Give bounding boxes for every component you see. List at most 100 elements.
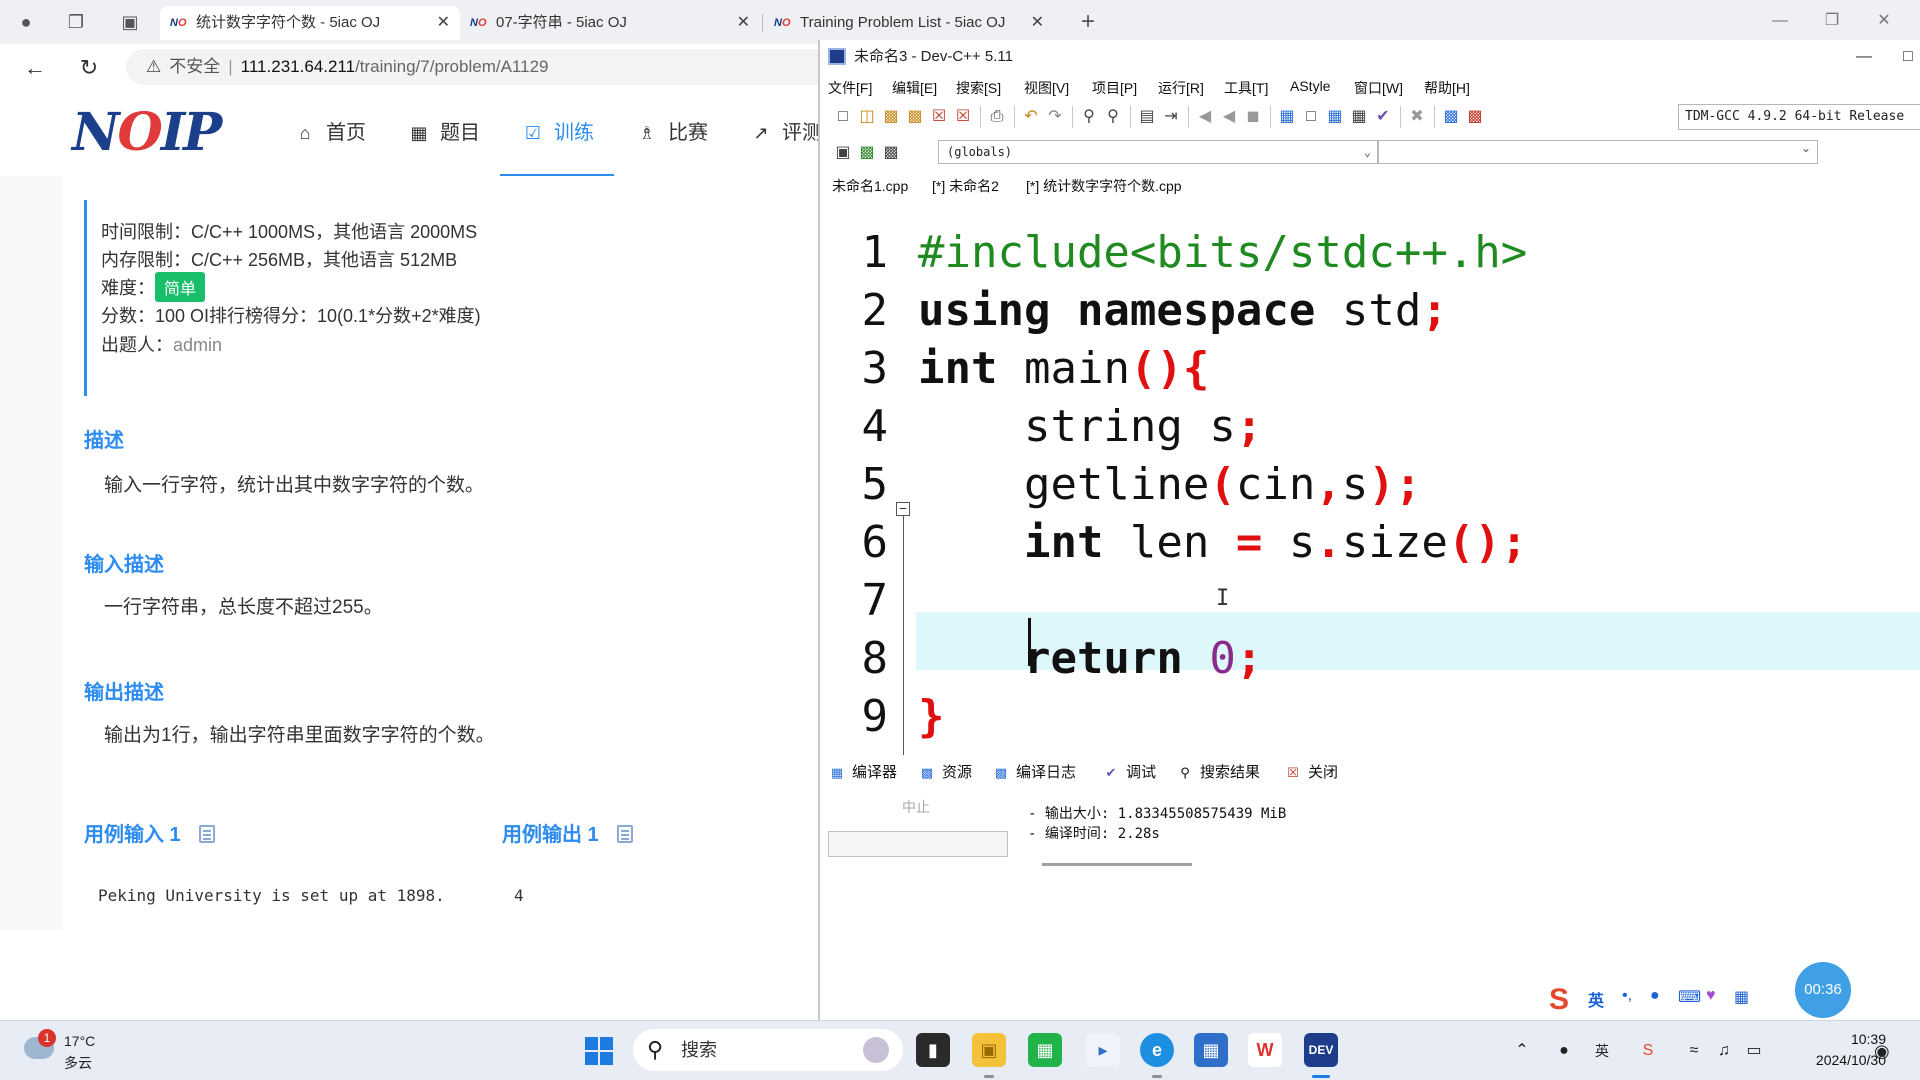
minimize-icon[interactable]: — [1760,8,1800,34]
code-editor[interactable]: 1 2 3 4 5 6 7 8 9 10 − #include<bits/std… [820,200,1920,755]
nav-contests[interactable]: ♗ 比赛 [636,116,708,150]
close-file-icon[interactable]: ☒ [928,106,950,128]
menu-search[interactable]: 搜索[S] [956,78,1001,98]
forward-icon[interactable]: ◀ [1218,106,1240,128]
edge-browser-icon[interactable]: e [1140,1033,1174,1067]
close-tab-icon[interactable]: ✕ [1031,6,1044,40]
ime-language[interactable]: 英 [1588,987,1604,1011]
file-tab-2[interactable]: [*] 未命名2 [932,176,999,196]
wifi-icon[interactable]: ≈ [1682,1039,1706,1063]
insert-icon[interactable]: ▩ [856,142,878,164]
ime-indicator[interactable]: 英 [1590,1039,1614,1063]
terminal-app-icon[interactable]: ▮ [916,1033,950,1067]
skin-icon[interactable]: ♥ [1706,987,1716,1005]
save-all-icon[interactable]: ▩ [904,106,926,128]
menu-tools[interactable]: 工具[T] [1224,78,1268,98]
tab-actions-icon[interactable]: ▣ [118,10,142,34]
menu-help[interactable]: 帮助[H] [1424,78,1470,98]
indent-icon[interactable]: ⇥ [1160,106,1182,128]
site-logo[interactable]: NOIP [72,102,222,164]
menu-run[interactable]: 运行[R] [1158,78,1204,98]
file-tab-3[interactable]: [*] 统计数字字符个数.cpp [1026,176,1182,196]
file-explorer-icon[interactable]: ▣ [972,1033,1006,1067]
tab-problem[interactable]: NO 统计数字字符个数 - 5iac OJ ✕ [160,6,460,40]
compiler-select[interactable]: TDM-GCC 4.9.2 64-bit Release [1678,104,1920,130]
close-tab-icon[interactable]: ✕ [737,6,750,40]
close-all-icon[interactable]: ☒ [952,106,974,128]
nav-training[interactable]: ☑ 训练 [522,116,594,150]
tab-compiler[interactable]: ▦ 编译器 [828,761,897,782]
compile-icon[interactable]: ▦ [1276,106,1298,128]
redo-icon[interactable]: ↷ [1044,106,1066,128]
punctuation-icon[interactable]: •, [1622,987,1632,1005]
weather-widget[interactable]: 1 17°C 多云 [20,1029,140,1073]
file-tab-1[interactable]: 未命名1.cpp [832,176,908,196]
copy-icon[interactable] [198,825,215,843]
new-file-icon[interactable]: □ [832,106,854,128]
syntax-check-icon[interactable]: ✔ [1372,106,1394,128]
tab-strings[interactable]: NO 07-字符串 - 5iac OJ ✕ [460,6,760,40]
stop-icon[interactable]: ✖ [1406,106,1428,128]
start-button[interactable] [585,1037,613,1065]
volume-icon[interactable]: ♫ [1712,1039,1736,1063]
maximize-icon[interactable]: □ [1886,40,1920,74]
undo-icon[interactable]: ↶ [1020,106,1042,128]
battery-icon[interactable]: ▭ [1742,1039,1766,1063]
tab-search-results[interactable]: ⚲ 搜索结果 [1176,761,1260,782]
fold-toggle-icon[interactable]: − [896,501,910,516]
member-select[interactable]: ⌄ [1378,140,1818,164]
copy-icon[interactable] [616,825,633,843]
rebuild-icon[interactable]: ▦ [1348,106,1370,128]
minimize-icon[interactable]: — [1842,40,1886,74]
tab-debug[interactable]: ✔ 调试 [1102,761,1156,782]
delete-profile-icon[interactable]: ▩ [1464,106,1486,128]
recording-timer[interactable]: 00:36 [1795,962,1851,1018]
url-field[interactable]: ⚠ 不安全 | 111.231.64.211/training/7/problem/A… [126,49,846,85]
taskbar-search[interactable]: ⚲ 搜索 [633,1029,903,1071]
maximize-icon[interactable]: ❐ [1812,8,1852,34]
tab-compile-log[interactable]: ▩ 编译日志 [992,761,1076,782]
close-window-icon[interactable]: ✕ [1864,8,1904,34]
compile-run-icon[interactable]: ▦ [1324,106,1346,128]
new-tab-button[interactable]: + [1076,10,1100,34]
bookmark-icon[interactable]: ◼ [1242,106,1264,128]
open-file-icon[interactable]: ◫ [856,106,878,128]
tab-resources[interactable]: ▩ 资源 [918,761,972,782]
chevron-up-icon[interactable]: ⌃ [1510,1039,1534,1063]
menu-window[interactable]: 窗口[W] [1354,78,1403,98]
nav-problems[interactable]: ▦ 题目 [408,116,480,150]
menu-file[interactable]: 文件[F] [828,78,872,98]
python-app-icon[interactable]: ▸ [1086,1033,1120,1067]
save-icon[interactable]: ▩ [880,106,902,128]
replace-icon[interactable]: ⚲ [1102,106,1124,128]
abort-button[interactable]: 中止 [902,797,930,817]
keyboard-icon[interactable]: ⌨ [1678,987,1701,1007]
system-clock[interactable]: 10:39 2024/10/30 [1786,1029,1886,1071]
sogou-tray-icon[interactable]: S [1636,1039,1660,1063]
goto-line-icon[interactable]: ▤ [1136,106,1158,128]
back-icon[interactable]: ← [20,54,50,82]
notification-bell-icon[interactable]: ◉ [1874,1041,1890,1062]
tab-training-list[interactable]: NO Training Problem List - 5iac OJ ✕ [764,6,1054,40]
profile-chart-icon[interactable]: ▩ [1440,106,1462,128]
menu-astyle[interactable]: AStyle [1290,78,1330,94]
devcpp-taskbar-icon[interactable]: DEV [1304,1033,1338,1067]
run-icon[interactable]: □ [1300,106,1322,128]
profile-icon[interactable]: ● [14,10,38,34]
reload-icon[interactable]: ↻ [74,54,104,82]
menu-view[interactable]: 视图[V] [1024,78,1069,98]
wps-app-icon[interactable]: W [1248,1033,1282,1067]
toolbox-icon[interactable]: ▦ [1734,987,1749,1007]
messenger-app-icon[interactable]: ▦ [1028,1033,1062,1067]
nav-home[interactable]: ⌂ 首页 [294,116,366,150]
menu-edit[interactable]: 编辑[E] [892,78,937,98]
nav-judge[interactable]: ↗ 评测 [750,116,820,150]
sogou-ime-icon[interactable]: S [1542,983,1576,1017]
tab-close[interactable]: ☒ 关闭 [1284,761,1338,782]
class-browser-select[interactable]: (globals) ⌄ [938,140,1378,164]
author-name[interactable]: admin [173,335,222,355]
back-icon[interactable]: ◀ [1194,106,1216,128]
horizontal-scrollbar[interactable] [1042,863,1192,866]
find-icon[interactable]: ⚲ [1078,106,1100,128]
toggle-icon[interactable]: ▩ [880,142,902,164]
